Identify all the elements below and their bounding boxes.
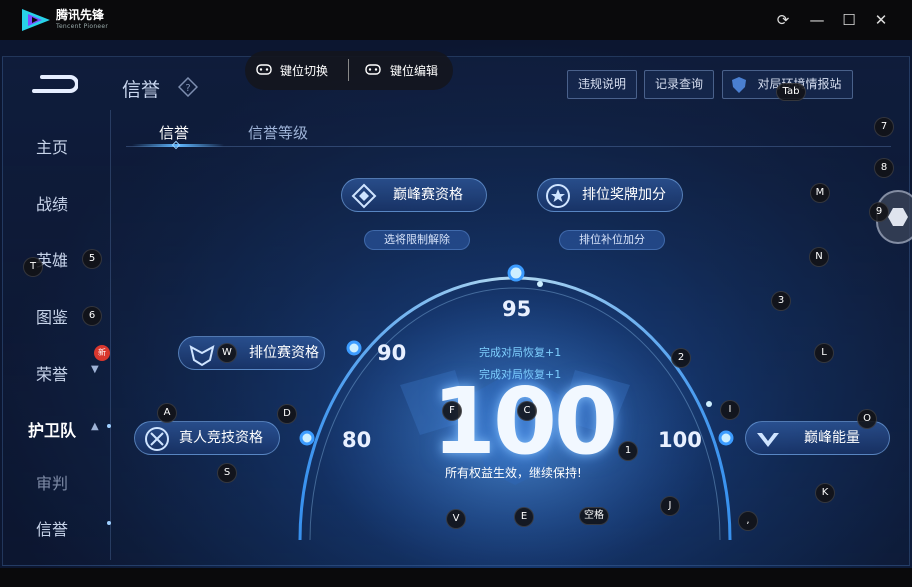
rank-medal-label: 排位奖牌加分 [582, 187, 666, 203]
back-arrow-icon[interactable] [32, 73, 78, 95]
app-name: 腾讯先锋 [56, 8, 105, 22]
peak-icon [351, 183, 377, 209]
key-hint-space: 空格 [579, 507, 609, 525]
score-80: 80 [342, 428, 372, 452]
key-hint-1: 1 [618, 441, 638, 461]
gamepad-edit-icon [365, 64, 381, 75]
key-hint-j: J [660, 496, 680, 516]
hex-icon [888, 208, 908, 226]
energy-icon [757, 433, 779, 447]
current-credit-score: 100 [432, 368, 618, 475]
key-hint-8: 8 [874, 158, 894, 178]
key-edit-button[interactable]: 键位编辑 [390, 62, 438, 79]
page-title: 信誉 [122, 79, 161, 101]
help-icon[interactable]: ? [178, 77, 198, 97]
key-hint-comma: , [738, 511, 758, 531]
tab-credit-level[interactable]: 信誉等级 [248, 122, 308, 143]
score-100-threshold: 100 [658, 428, 702, 452]
arc-node-90 [346, 340, 362, 356]
pvp-qualification-label: 真人竞技资格 [179, 430, 263, 446]
key-hint-t: T [23, 257, 43, 277]
rank-qualification-label: 排位赛资格 [249, 345, 319, 361]
arc-node-small-right [706, 401, 712, 407]
medal-icon [546, 184, 570, 208]
nav-item-guard[interactable]: 护卫队 [28, 417, 76, 441]
status-caption: 所有权益生效，继续保持! [445, 466, 582, 480]
nav-item-credit[interactable]: 信誉 [36, 516, 68, 540]
key-hint-l: L [814, 343, 834, 363]
key-hint-6: 6 [82, 306, 102, 326]
nav-item-honor[interactable]: 荣誉 [36, 361, 68, 385]
key-hint-i: I [720, 400, 740, 420]
minimize-icon[interactable]: — [808, 11, 826, 29]
key-hint-e: E [514, 507, 534, 527]
chevron-down-icon[interactable]: ▼ [91, 364, 99, 375]
peak-qualification-pill[interactable]: 巅峰赛资格 [341, 178, 487, 212]
swords-icon [145, 427, 169, 451]
rules-button[interactable]: 违规说明 [567, 70, 637, 99]
key-hint-m: M [810, 183, 830, 203]
new-badge: 新 [94, 345, 110, 361]
refresh-icon[interactable]: ⟳ [774, 11, 792, 29]
nav-credit-dot [107, 521, 111, 525]
nav-item-home[interactable]: 主页 [36, 134, 68, 158]
key-hint-7: 7 [874, 117, 894, 137]
score-95: 95 [502, 297, 532, 321]
tab-credit[interactable]: 信誉 [159, 122, 189, 143]
gamepad-switch-icon [256, 64, 272, 75]
chevron-up-icon[interactable]: ▲ [91, 421, 99, 432]
nav-item-guide[interactable]: 图鉴 [36, 304, 68, 328]
key-hint-3: 3 [771, 291, 791, 311]
key-hint-k: K [815, 483, 835, 503]
key-hint-a: A [157, 403, 177, 423]
game-viewport: 主页 战绩 英雄 图鉴 荣誉 新 ▼ 护卫队 ▲ 审判 信誉 信誉 ? 键位切换… [0, 40, 912, 587]
arc-node-100 [718, 430, 734, 446]
app-logo-icon [22, 9, 50, 31]
nav-item-judge[interactable]: 审判 [36, 470, 68, 494]
tab-underline [126, 146, 891, 147]
rank-sub-pill: 排位补位加分 [559, 230, 665, 250]
key-hint-f: F [442, 401, 462, 421]
peak-energy-label: 巅峰能量 [804, 430, 860, 446]
key-hint-tab: Tab [776, 83, 806, 101]
title-bar: 腾讯先锋 Tencent Pioneer ⟳ — ☐ ✕ [0, 0, 912, 40]
arc-node-95 [507, 264, 525, 282]
key-hint-n: N [809, 247, 829, 267]
maximize-icon[interactable]: ☐ [840, 11, 858, 29]
shield-icon [732, 77, 746, 93]
credit-arc [298, 264, 734, 585]
rank-qualification-pill[interactable]: 排位赛资格 [178, 336, 325, 370]
rank-shield-icon [189, 345, 215, 367]
close-icon[interactable]: ✕ [872, 11, 890, 29]
arc-node-80 [299, 430, 315, 446]
key-toolbar: 键位切换 键位编辑 [245, 51, 453, 90]
score-90: 90 [377, 341, 407, 365]
key-hint-c: C [517, 401, 537, 421]
nav-item-record[interactable]: 战绩 [36, 191, 68, 215]
key-switch-button[interactable]: 键位切换 [280, 62, 328, 79]
records-button[interactable]: 记录查询 [644, 70, 714, 99]
peak-qualification-label: 巅峰赛资格 [393, 187, 463, 203]
recover-text-1: 完成对局恢复+1 [479, 346, 562, 359]
nav-separator [110, 110, 111, 560]
key-hint-5: 5 [82, 249, 102, 269]
key-hint-9: 9 [869, 202, 889, 222]
key-hint-d: D [277, 404, 297, 424]
bottom-bar [0, 568, 912, 587]
arc-node-small [537, 281, 543, 287]
keybar-divider [348, 59, 349, 81]
nav-active-dot [107, 424, 111, 428]
app-subname: Tencent Pioneer [56, 23, 109, 30]
key-hint-v: V [446, 509, 466, 529]
pvp-qualification-pill[interactable]: 真人竞技资格 [134, 421, 280, 455]
peak-sub-pill: 选将限制解除 [364, 230, 470, 250]
svg-text:?: ? [185, 83, 190, 94]
key-hint-2: 2 [671, 348, 691, 368]
key-hint-o: O [857, 409, 877, 429]
rank-medal-pill[interactable]: 排位奖牌加分 [537, 178, 683, 212]
key-hint-w: W [217, 343, 237, 363]
key-hint-s: S [217, 463, 237, 483]
